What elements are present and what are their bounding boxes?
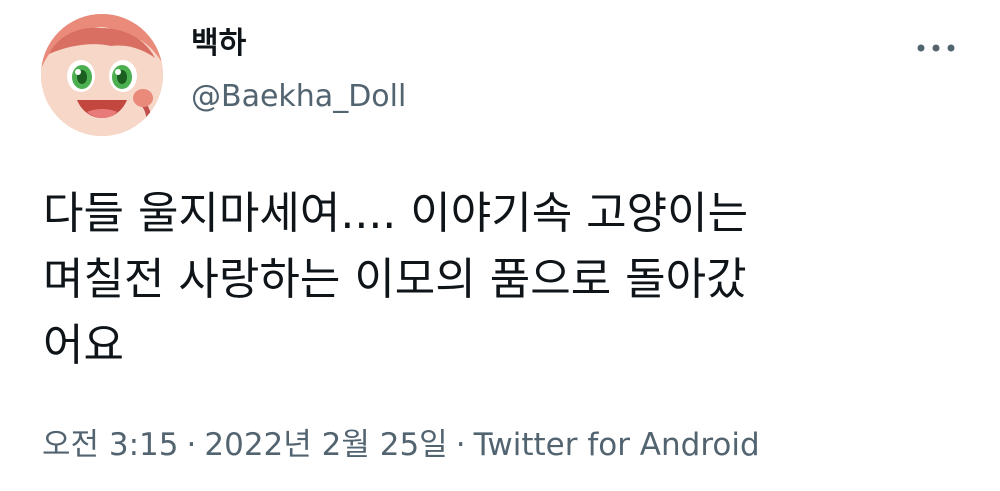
author-handle[interactable]: @Baekha_Doll [191, 77, 406, 117]
more-options-button[interactable] [912, 30, 960, 66]
author-avatar[interactable] [41, 14, 163, 136]
meta-separator: · [455, 427, 466, 463]
anime-character-avatar-icon [41, 14, 163, 136]
meta-separator: · [186, 427, 197, 463]
tweet-text: 다들 울지마세여.... 이야기속 고양이는 며칠전 사랑하는 이모의 품으로 … [43, 188, 749, 371]
more-horizontal-icon [917, 44, 955, 52]
tweet-meta: 오전 3:15 · 2022년 2월 25일 · Twitter for Android [42, 425, 760, 465]
tweet-card: 백하 @Baekha_Doll 다들 울지마세여.... 이야기속 고양이는 며… [0, 0, 1000, 491]
tweet-source[interactable]: Twitter for Android [474, 427, 760, 463]
tweet-time[interactable]: 오전 3:15 [42, 427, 179, 463]
tweet-date[interactable]: 2022년 2월 25일 [204, 427, 447, 463]
author-display-name[interactable]: 백하 [191, 24, 246, 64]
